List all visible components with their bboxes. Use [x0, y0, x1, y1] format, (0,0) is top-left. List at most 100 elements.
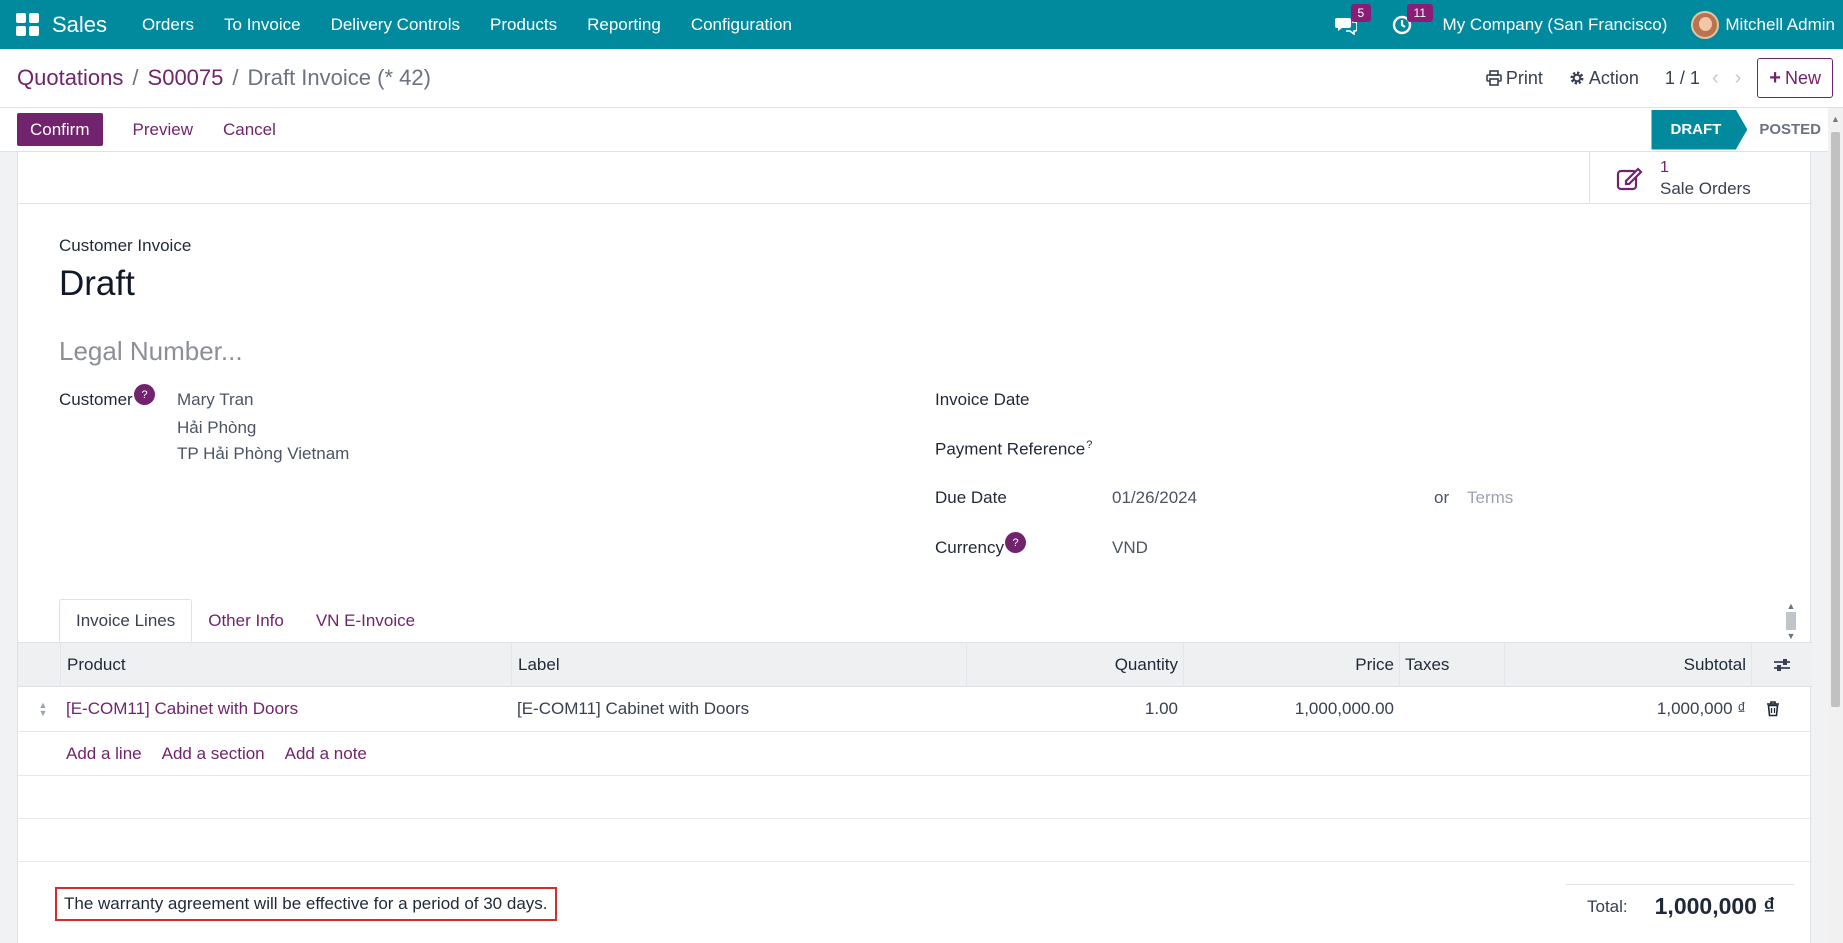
scroll-down-icon[interactable]: ▼: [1784, 631, 1798, 641]
breadcrumb-separator: /: [132, 65, 139, 90]
smart-button-value: 1: [1660, 158, 1669, 176]
help-icon[interactable]: ?: [134, 384, 155, 405]
smart-button-label: Sale Orders: [1660, 178, 1751, 198]
notebook-tabs: Invoice Lines Other Info VN E-Invoice: [59, 599, 431, 642]
line-quantity[interactable]: 1.00: [966, 687, 1178, 731]
action-label: Action: [1588, 67, 1639, 88]
terms-narration[interactable]: The warranty agreement will be effective…: [55, 887, 557, 921]
menu-configuration[interactable]: Configuration: [676, 15, 807, 35]
menu-reporting[interactable]: Reporting: [572, 15, 676, 35]
page-title: Draft: [59, 264, 135, 303]
stage-posted[interactable]: POSTED: [1747, 121, 1821, 138]
chevron-right-icon[interactable]: ›: [1735, 67, 1742, 90]
print-label: Print: [1505, 67, 1543, 88]
new-label: New: [1784, 67, 1821, 88]
currency-label: Currency: [935, 538, 1004, 557]
breadcrumb-current: Draft Invoice (* 42): [247, 65, 431, 90]
optional-columns-toggle[interactable]: [1751, 643, 1812, 687]
control-panel: Quotations / S00075 / Draft Invoice (* 4…: [0, 49, 1843, 108]
customer-name[interactable]: Mary Tran: [177, 390, 254, 410]
menu-delivery-controls[interactable]: Delivery Controls: [316, 15, 475, 35]
customer-region: TP Hải Phòng Vietnam: [177, 444, 350, 463]
activities-button[interactable]: 11: [1387, 3, 1434, 40]
confirm-button[interactable]: Confirm: [17, 113, 103, 146]
menu-orders[interactable]: Orders: [127, 15, 209, 35]
payment-terms-field[interactable]: Terms: [1467, 488, 1513, 508]
help-icon[interactable]: ?: [1086, 439, 1092, 451]
column-price[interactable]: Price: [1183, 643, 1399, 687]
breadcrumb-order[interactable]: S00075: [148, 65, 224, 91]
tab-other-info[interactable]: Other Info: [192, 599, 300, 642]
page-scrollbar[interactable]: ▲: [1828, 108, 1843, 943]
print-icon: [1486, 70, 1502, 86]
top-navbar: Sales Orders To Invoice Delivery Control…: [0, 0, 1843, 49]
menu-to-invoice[interactable]: To Invoice: [209, 15, 316, 35]
customer-label: Customer: [59, 390, 133, 409]
sale-orders-smart-button[interactable]: 1 Sale Orders: [1589, 152, 1812, 204]
add-note-link[interactable]: Add a note: [285, 744, 367, 764]
payment-reference-label: Payment Reference?: [935, 439, 1092, 460]
due-date-field[interactable]: 01/26/2024: [1112, 488, 1197, 508]
app-brand[interactable]: Sales: [52, 12, 107, 38]
line-product[interactable]: [E-COM11] Cabinet with Doors: [66, 687, 298, 731]
or-separator: or: [1434, 488, 1450, 507]
preview-button[interactable]: Preview: [133, 120, 193, 140]
sliders-icon: [1774, 659, 1790, 671]
control-actions: Print Action 1 / 1 ‹ › + New: [1486, 58, 1843, 98]
column-quantity[interactable]: Quantity: [966, 643, 1183, 687]
gear-icon: [1570, 71, 1584, 85]
empty-row: [18, 776, 1812, 819]
stage-draft[interactable]: DRAFT: [1651, 109, 1748, 150]
scroll-thumb[interactable]: [1786, 612, 1796, 630]
tabs-scrollbar[interactable]: ▲ ▼: [1784, 601, 1798, 642]
menu-products[interactable]: Products: [475, 15, 572, 35]
column-taxes[interactable]: Taxes: [1399, 643, 1504, 687]
total-value: 1,000,000 ₫: [1654, 893, 1776, 919]
messages-badge: 5: [1350, 3, 1372, 22]
user-menu[interactable]: Mitchell Admin: [1725, 15, 1835, 35]
add-section-link[interactable]: Add a section: [162, 744, 265, 764]
column-subtotal[interactable]: Subtotal: [1504, 643, 1751, 687]
legal-number-input[interactable]: [59, 336, 859, 367]
help-icon[interactable]: ?: [1005, 532, 1026, 553]
smart-button-text: 1 Sale Orders: [1660, 158, 1751, 199]
add-line-link[interactable]: Add a line: [66, 744, 142, 764]
line-subtotal: 1,000,000 ₫: [1656, 699, 1746, 718]
action-button[interactable]: Action: [1569, 68, 1639, 89]
print-button[interactable]: Print: [1486, 68, 1543, 89]
scroll-up-icon[interactable]: ▲: [1831, 114, 1840, 124]
table-row[interactable]: ▲ ▼ [E-COM11] Cabinet with Doors [E-COM11…: [18, 687, 1812, 732]
invoice-lines-table: Product Label Quantity Price Taxes Subto…: [18, 642, 1812, 862]
activities-badge: 11: [1406, 3, 1434, 22]
scroll-up-icon[interactable]: ▲: [1784, 601, 1798, 611]
scroll-thumb[interactable]: [1831, 132, 1840, 707]
status-bar: Confirm Preview Cancel DRAFT POSTED: [0, 108, 1843, 152]
table-header: Product Label Quantity Price Taxes Subto…: [18, 642, 1812, 687]
avatar[interactable]: [1691, 10, 1720, 39]
messages-button[interactable]: 5: [1331, 3, 1372, 40]
main-menu: Orders To Invoice Delivery Controls Prod…: [127, 15, 807, 35]
line-label[interactable]: [E-COM11] Cabinet with Doors: [517, 687, 749, 731]
tab-invoice-lines[interactable]: Invoice Lines: [59, 599, 193, 642]
column-label[interactable]: Label: [511, 643, 966, 687]
due-date-label: Due Date: [935, 488, 1007, 507]
totals-box: Total: 1,000,000 ₫: [1566, 884, 1794, 928]
trash-icon[interactable]: [1764, 687, 1782, 731]
empty-row: [18, 819, 1812, 862]
form-sheet: 1 Sale Orders Customer Invoice Draft Cus…: [17, 152, 1812, 943]
payment-reference-text: Payment Reference: [935, 439, 1086, 459]
chevron-left-icon[interactable]: ‹: [1712, 67, 1719, 90]
grid-icon[interactable]: [16, 12, 40, 37]
company-switcher[interactable]: My Company (San Francisco): [1443, 15, 1668, 35]
drag-handle-icon[interactable]: ▲ ▼: [36, 687, 50, 731]
line-price[interactable]: 1,000,000.00: [1183, 687, 1394, 731]
new-button[interactable]: + New: [1757, 58, 1833, 98]
cancel-button[interactable]: Cancel: [223, 120, 276, 140]
customer-city: Hải Phòng: [177, 418, 257, 437]
tab-vn-e-invoice[interactable]: VN E-Invoice: [300, 599, 431, 642]
pager-value[interactable]: 1 / 1: [1665, 68, 1700, 89]
breadcrumb-quotations[interactable]: Quotations: [17, 65, 123, 91]
status-stages: DRAFT POSTED: [1651, 109, 1821, 150]
column-product[interactable]: Product: [60, 643, 511, 687]
currency-field[interactable]: VND: [1112, 538, 1148, 558]
